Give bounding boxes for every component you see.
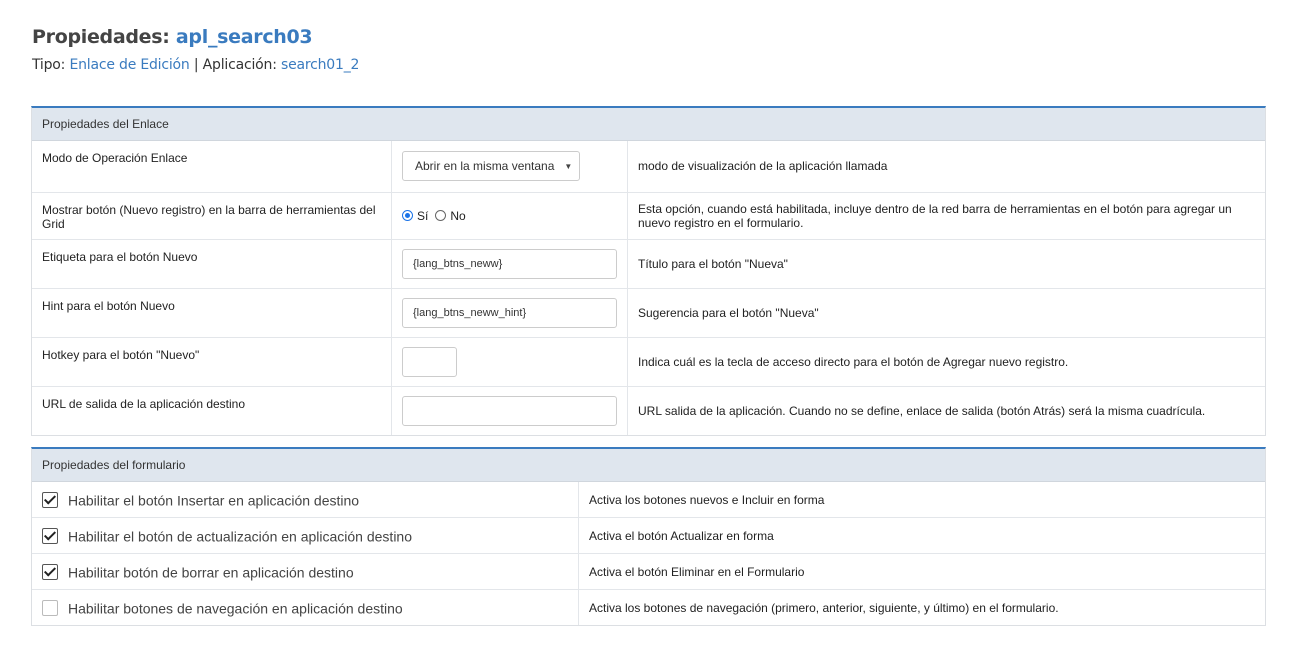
- checkbox-label: Habilitar botón de borrar en aplicación …: [68, 564, 354, 581]
- tipo-link[interactable]: Enlace de Edición: [69, 57, 189, 73]
- title-prefix: Propiedades:: [32, 26, 170, 48]
- operation-mode-dropdown[interactable]: Abrir en la misma ventana ▼: [402, 151, 580, 182]
- row-label: Hint para el botón Nuevo: [32, 287, 392, 337]
- row-checkbox-cell: Habilitar botón de borrar en aplicación …: [32, 553, 579, 590]
- page-subtitle: Tipo: Enlace de Edición | Aplicación: se…: [32, 57, 359, 73]
- link-properties-table: Modo de Operación Enlace Abrir en la mis…: [32, 141, 1265, 435]
- row-control: {lang_btns_neww}: [391, 238, 628, 288]
- row-checkbox-cell: Habilitar botones de navegación en aplic…: [32, 589, 579, 625]
- row-description: Activa los botones de navegación (primer…: [578, 589, 1265, 625]
- row-label: Mostrar botón (Nuevo registro) en la bar…: [32, 191, 392, 239]
- tipo-label: Tipo:: [32, 57, 66, 73]
- row-control: {lang_btns_neww_hint}: [391, 287, 628, 337]
- row-label: Etiqueta para el botón Nuevo: [32, 238, 392, 288]
- radio-yes-label: Sí: [417, 208, 429, 223]
- table-row: Habilitar botones de navegación en aplic…: [32, 589, 1265, 625]
- hotkey-input[interactable]: [402, 346, 457, 377]
- dropdown-value: Abrir en la misma ventana: [415, 159, 555, 174]
- table-row: Habilitar el botón Insertar en aplicació…: [32, 482, 1265, 518]
- radio-no-label: No: [450, 208, 466, 223]
- navigation-buttons-checkbox[interactable]: [42, 600, 58, 617]
- page-title: Propiedades: apl_search03: [32, 26, 313, 48]
- row-description: Activa el botón Actualizar en forma: [578, 517, 1265, 554]
- update-button-checkbox[interactable]: [42, 528, 58, 545]
- row-control: [391, 385, 628, 435]
- separator: |: [193, 57, 199, 73]
- radio-yes[interactable]: [402, 210, 413, 221]
- checkbox-label: Habilitar el botón de actualización en a…: [68, 528, 412, 545]
- row-description: Esta opción, cuando está habilitada, inc…: [627, 191, 1265, 239]
- row-description: Activa los botones nuevos e Incluir en f…: [589, 492, 825, 507]
- table-row: Hint para el botón Nuevo {lang_btns_neww…: [32, 287, 1265, 337]
- new-button-hint-input[interactable]: {lang_btns_neww_hint}: [402, 297, 617, 328]
- row-description: Activa el botón Eliminar en el Formulari…: [578, 553, 1265, 590]
- table-row: Hotkey para el botón "Nuevo" Indica cuál…: [32, 336, 1265, 386]
- row-description: modo de visualización de la aplicación l…: [638, 159, 888, 174]
- exit-url-input[interactable]: [402, 395, 617, 426]
- form-properties-panel: Propiedades del formulario Habilitar el …: [31, 447, 1266, 626]
- caret-down-icon: ▼: [564, 162, 573, 172]
- row-control: Abrir en la misma ventana ▼: [391, 141, 628, 192]
- row-checkbox-cell: Habilitar el botón de actualización en a…: [32, 517, 579, 554]
- row-label: URL de salida de la aplicación destino: [32, 385, 392, 435]
- row-control: [391, 336, 628, 386]
- table-row: Etiqueta para el botón Nuevo {lang_btns_…: [32, 238, 1265, 288]
- link-properties-panel: Propiedades del Enlace Modo de Operación…: [31, 106, 1266, 436]
- row-label: Modo de Operación Enlace: [32, 141, 392, 192]
- table-row: URL de salida de la aplicación destino U…: [32, 385, 1265, 435]
- app-label: Aplicación:: [202, 57, 277, 73]
- insert-button-checkbox[interactable]: [42, 492, 58, 509]
- new-button-radio-group: Sí No: [402, 209, 617, 223]
- form-properties-table: Habilitar el botón Insertar en aplicació…: [32, 482, 1265, 625]
- row-control: Sí No: [391, 191, 628, 239]
- row-checkbox-cell: Habilitar el botón Insertar en aplicació…: [32, 482, 579, 518]
- radio-no[interactable]: [435, 210, 447, 221]
- form-panel-header: Propiedades del formulario: [32, 449, 1265, 482]
- row-label: Hotkey para el botón "Nuevo": [32, 336, 392, 386]
- row-description: URL salida de la aplicación. Cuando no s…: [627, 385, 1265, 435]
- app-link[interactable]: search01_2: [281, 57, 359, 73]
- table-row: Mostrar botón (Nuevo registro) en la bar…: [32, 191, 1265, 239]
- row-description: Sugerencia para el botón "Nueva": [627, 287, 1265, 337]
- checkbox-label: Habilitar botones de navegación en aplic…: [68, 600, 403, 617]
- row-description: Indica cuál es la tecla de acceso direct…: [627, 336, 1265, 386]
- table-row: Habilitar el botón de actualización en a…: [32, 517, 1265, 554]
- table-row: Habilitar botón de borrar en aplicación …: [32, 553, 1265, 590]
- title-app-link[interactable]: apl_search03: [176, 26, 313, 48]
- row-description: Título para el botón "Nueva": [627, 238, 1265, 288]
- new-button-label-input[interactable]: {lang_btns_neww}: [402, 248, 617, 279]
- delete-button-checkbox[interactable]: [42, 564, 58, 581]
- link-panel-header: Propiedades del Enlace: [32, 108, 1265, 141]
- table-row: Modo de Operación Enlace Abrir en la mis…: [32, 141, 1265, 192]
- checkbox-label: Habilitar el botón Insertar en aplicació…: [68, 492, 360, 509]
